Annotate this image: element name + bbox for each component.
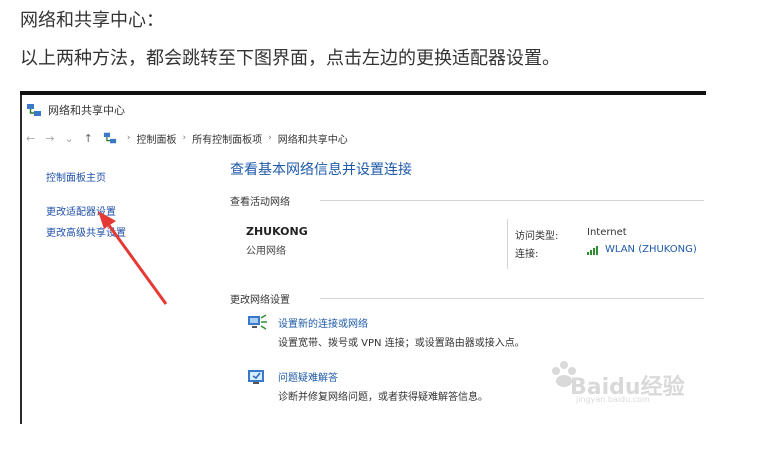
advanced-sharing-settings-link[interactable]: 更改高级共享设置: [46, 224, 126, 239]
article-heading: 网络和共享中心：: [20, 10, 164, 31]
connection-value[interactable]: WLAN (ZHUKONG): [605, 244, 697, 255]
breadcrumb-network-center[interactable]: 网络和共享中心: [278, 131, 348, 146]
screenshot-top-border: [20, 91, 706, 95]
setup-connection-desc: 设置宽带、拨号或 VPN 连接；或设置路由器或接入点。: [278, 338, 525, 349]
network-name: ZHUKONG: [246, 225, 308, 238]
watermark-url: jingyan.baidu.com: [576, 395, 650, 404]
change-settings-label: 更改网络设置: [230, 295, 290, 306]
breadcrumb-all-items[interactable]: 所有控制面板项: [192, 131, 262, 146]
access-type-label: 访问类型:: [515, 231, 559, 242]
address-bar[interactable]: ← → ⌄ ↑ › 控制面板 › 所有控制面板项 › 网络和共享中心: [26, 129, 348, 147]
baidu-watermark: Baidu经验 jingyan.baidu.com: [542, 349, 702, 411]
up-arrow-icon[interactable]: ↑: [84, 132, 93, 145]
recent-dropdown-icon[interactable]: ⌄: [64, 132, 73, 145]
screenshot-left-border: [20, 95, 22, 424]
setup-connection-link[interactable]: 设置新的连接或网络: [278, 315, 368, 330]
chevron-right-icon: ›: [182, 133, 187, 143]
divider: [320, 200, 704, 201]
window-titlebar: 网络和共享中心: [26, 101, 125, 119]
wifi-signal-icon: [587, 245, 598, 255]
troubleshoot-link[interactable]: 问题疑难解答: [278, 369, 338, 384]
window-title: 网络和共享中心: [48, 104, 125, 117]
connection-link[interactable]: WLAN (ZHUKONG): [587, 244, 697, 255]
connection-label: 连接:: [515, 249, 539, 260]
network-center-icon: [27, 104, 41, 116]
troubleshoot-desc: 诊断并修复网络问题，或者获得疑难解答信息。: [278, 392, 488, 403]
embedded-screenshot: 网络和共享中心 ← → ⌄ ↑ › 控制面板 › 所有控制面板项 › 网络和共享…: [20, 91, 706, 424]
back-arrow-icon[interactable]: ←: [26, 132, 35, 145]
change-adapter-settings-link[interactable]: 更改适配器设置: [46, 203, 116, 218]
chevron-right-icon: ›: [268, 133, 272, 143]
control-panel-home-link[interactable]: 控制面板主页: [46, 169, 106, 184]
access-type-value: Internet: [587, 227, 627, 238]
network-center-icon: [103, 132, 116, 144]
active-networks-label: 查看活动网络: [230, 197, 290, 208]
forward-arrow-icon[interactable]: →: [45, 132, 54, 145]
divider: [320, 298, 704, 299]
page-title: 查看基本网络信息并设置连接: [230, 162, 412, 178]
network-type: 公用网络: [246, 246, 286, 257]
chevron-right-icon: ›: [126, 133, 131, 143]
divider: [507, 219, 508, 269]
network-setup-icon: [248, 314, 267, 330]
breadcrumb-control-panel[interactable]: 控制面板: [136, 131, 176, 146]
article-instruction: 以上两种方法，都会跳转至下图界面，点击左边的更换适配器设置。: [20, 48, 560, 69]
troubleshoot-icon: [248, 370, 264, 384]
